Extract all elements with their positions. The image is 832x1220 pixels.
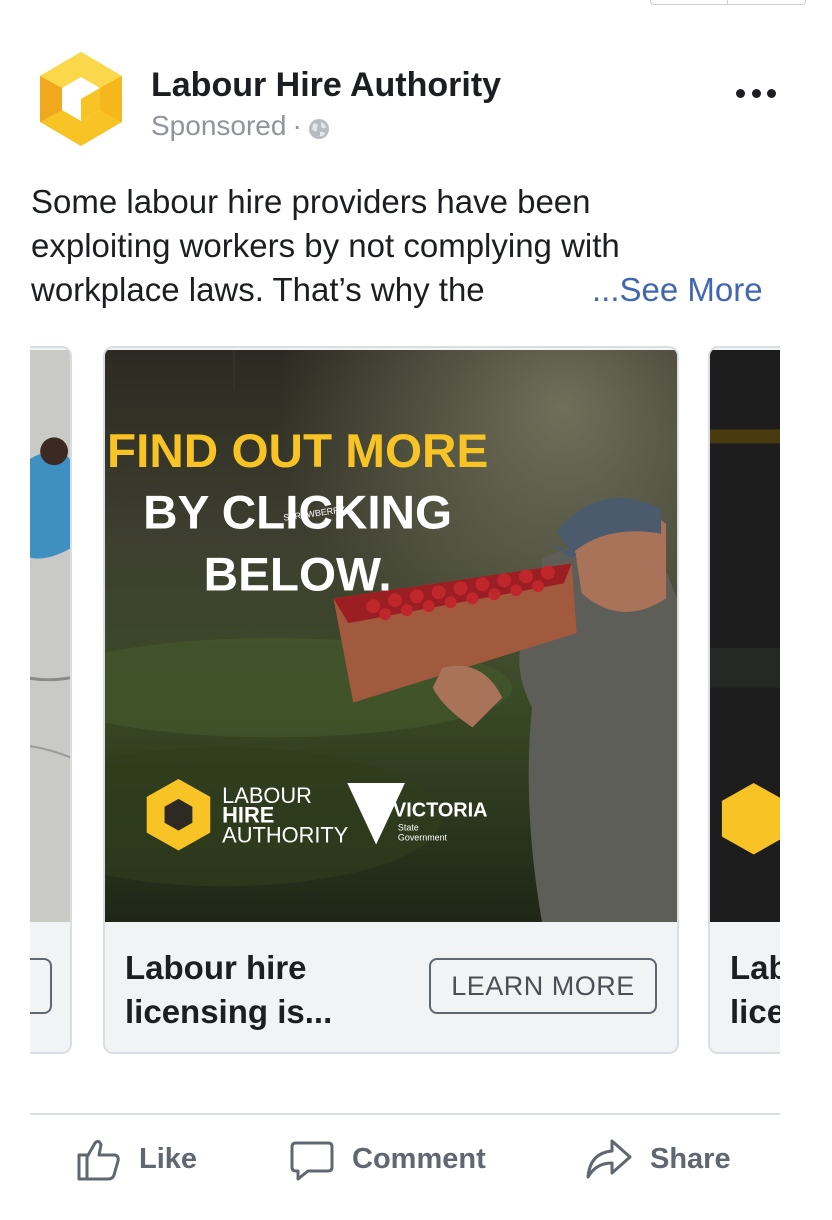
post-text-line: Some labour hire providers have been [31,183,591,220]
learn-more-button[interactable]: LEARN MORE [429,958,657,1014]
victoria-logo-text: VICTORIA [393,800,488,822]
more-options-button[interactable] [730,78,782,108]
previous-card-learn-more-button[interactable] [30,958,52,1014]
next-card-title-line: Lab [730,949,780,986]
page-avatar-logo[interactable] [38,50,124,146]
actions-divider [30,1113,780,1115]
card-title[interactable]: Labour hire licensing is... [125,946,405,1034]
carousel-card-previous[interactable] [30,346,72,1054]
main-card-image: FIND OUT MORE BY CLICKING BELOW. STRAWBE… [105,350,677,922]
dot [751,88,761,98]
share-button[interactable]: Share [584,1134,731,1184]
next-card-image [710,350,780,922]
globe-icon[interactable] [308,115,330,139]
next-card-title-line: lice [730,993,780,1030]
post-header: Labour Hire Authority Sponsored · [0,0,832,160]
post-meta: Sponsored · [151,110,330,142]
victoria-logo-text: Government [398,833,448,843]
previous-card-footer [30,924,70,1052]
meta-separator: · [292,110,302,141]
post-text-line: exploiting workers by not complying with [31,227,620,264]
comment-label: Comment [352,1142,486,1175]
image-headline-line: BELOW. [204,548,392,601]
carousel-card-main[interactable]: FIND OUT MORE BY CLICKING BELOW. STRAWBE… [103,346,679,1054]
victoria-logo-text: State [398,823,419,833]
image-logo-text: AUTHORITY [222,823,349,848]
carousel-card-next[interactable]: Lab lice [708,346,780,1054]
share-icon [586,1139,632,1179]
comment-icon [290,1141,334,1181]
next-card-title: Lab lice [730,946,780,1034]
previous-card-image [30,350,70,922]
comment-button[interactable]: Comment [288,1134,486,1184]
post-actions: Like Comment Share [30,1124,780,1194]
dot [736,88,745,98]
next-card-footer: Lab lice [710,924,780,1052]
main-card-footer: Labour hire licensing is... LEARN MORE [105,924,677,1052]
share-label: Share [650,1142,731,1175]
like-button[interactable]: Like [75,1134,197,1184]
like-label: Like [139,1142,198,1175]
dot [767,88,776,98]
thumbs-up-icon [77,1139,120,1181]
image-headline-line: FIND OUT MORE [107,425,488,478]
sponsored-label[interactable]: Sponsored [151,110,286,142]
page-name[interactable]: Labour Hire Authority [151,66,501,105]
see-more-link[interactable]: ...See More [592,271,763,309]
ad-carousel: FIND OUT MORE BY CLICKING BELOW. STRAWBE… [30,346,780,1058]
